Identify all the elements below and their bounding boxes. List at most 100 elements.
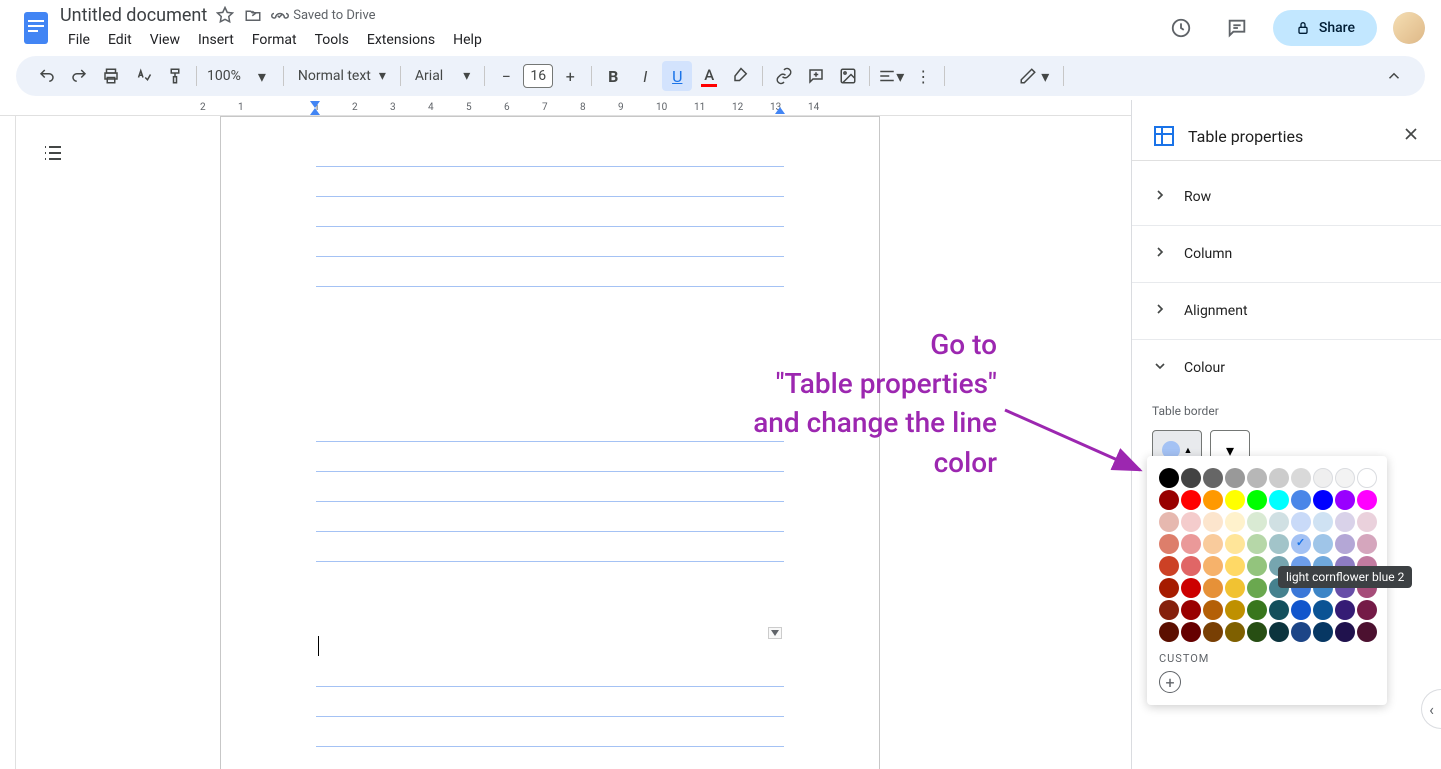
- menu-edit[interactable]: Edit: [100, 28, 140, 52]
- color-swatch[interactable]: [1203, 556, 1223, 576]
- spellcheck-button[interactable]: [128, 61, 158, 91]
- bold-button[interactable]: B: [598, 61, 628, 91]
- editing-mode-button[interactable]: ▾: [1011, 61, 1057, 91]
- table-row[interactable]: [316, 502, 784, 532]
- text-color-button[interactable]: A: [694, 61, 724, 91]
- color-swatch[interactable]: [1225, 534, 1245, 554]
- color-swatch[interactable]: [1159, 622, 1179, 642]
- color-swatch[interactable]: [1313, 468, 1333, 488]
- color-swatch[interactable]: [1291, 512, 1311, 532]
- add-custom-color-button[interactable]: +: [1159, 671, 1181, 693]
- color-swatch[interactable]: [1357, 512, 1377, 532]
- zoom-dropdown[interactable]: 100%: [203, 68, 245, 84]
- color-swatch[interactable]: [1313, 534, 1333, 554]
- align-button[interactable]: ▾: [876, 61, 906, 91]
- table-row[interactable]: [316, 257, 784, 287]
- color-swatch[interactable]: [1313, 600, 1333, 620]
- color-swatch[interactable]: [1291, 534, 1311, 554]
- indent-marker-right[interactable]: [775, 107, 787, 115]
- color-swatch[interactable]: [1159, 490, 1179, 510]
- outline-button[interactable]: [35, 135, 71, 171]
- section-column[interactable]: Column: [1132, 226, 1441, 283]
- table-row[interactable]: [316, 167, 784, 197]
- color-swatch[interactable]: [1203, 622, 1223, 642]
- font-dropdown[interactable]: Arial▾: [407, 68, 478, 84]
- color-swatch[interactable]: [1335, 468, 1355, 488]
- vertical-ruler[interactable]: [0, 116, 16, 769]
- color-swatch[interactable]: [1247, 600, 1267, 620]
- color-swatch[interactable]: [1269, 512, 1289, 532]
- row-handle-icon[interactable]: [768, 627, 782, 639]
- color-swatch[interactable]: [1225, 490, 1245, 510]
- color-swatch[interactable]: [1159, 556, 1179, 576]
- image-button[interactable]: [833, 61, 863, 91]
- section-row[interactable]: Row: [1132, 169, 1441, 226]
- table-row[interactable]: [316, 687, 784, 717]
- table-row[interactable]: [316, 532, 784, 562]
- color-swatch[interactable]: [1159, 512, 1179, 532]
- color-swatch[interactable]: [1291, 468, 1311, 488]
- color-swatch[interactable]: [1247, 534, 1267, 554]
- color-swatch[interactable]: [1159, 578, 1179, 598]
- color-swatch[interactable]: [1203, 490, 1223, 510]
- color-swatch[interactable]: [1335, 512, 1355, 532]
- color-swatch[interactable]: [1335, 534, 1355, 554]
- highlight-button[interactable]: [726, 61, 756, 91]
- color-swatch[interactable]: [1269, 534, 1289, 554]
- horizontal-ruler[interactable]: 2 1 1 2 3 4 5 6 7 8 9 10 11 12 13 14: [0, 100, 1131, 116]
- color-swatch[interactable]: [1269, 600, 1289, 620]
- color-swatch[interactable]: [1313, 622, 1333, 642]
- color-swatch[interactable]: [1357, 600, 1377, 620]
- color-swatch[interactable]: [1181, 534, 1201, 554]
- font-size-input[interactable]: [523, 64, 553, 88]
- undo-button[interactable]: [32, 61, 62, 91]
- docs-logo-icon[interactable]: [16, 8, 56, 48]
- menu-file[interactable]: File: [60, 28, 98, 52]
- color-swatch[interactable]: [1203, 468, 1223, 488]
- color-swatch[interactable]: [1269, 468, 1289, 488]
- color-swatch[interactable]: [1335, 490, 1355, 510]
- color-swatch[interactable]: [1203, 600, 1223, 620]
- close-icon[interactable]: [1401, 124, 1421, 148]
- saved-status[interactable]: Saved to Drive: [271, 6, 375, 24]
- color-swatch[interactable]: [1247, 468, 1267, 488]
- color-swatch[interactable]: [1357, 534, 1377, 554]
- color-swatch[interactable]: [1181, 622, 1201, 642]
- underline-button[interactable]: U: [662, 61, 692, 91]
- collapse-toolbar-button[interactable]: [1379, 61, 1409, 91]
- star-icon[interactable]: [215, 5, 235, 25]
- color-swatch[interactable]: [1247, 578, 1267, 598]
- indent-marker-left[interactable]: [310, 101, 322, 115]
- color-swatch[interactable]: [1181, 556, 1201, 576]
- color-swatch[interactable]: [1203, 534, 1223, 554]
- menu-help[interactable]: Help: [445, 28, 490, 52]
- color-swatch[interactable]: [1357, 490, 1377, 510]
- color-swatch[interactable]: [1225, 622, 1245, 642]
- color-swatch[interactable]: [1247, 490, 1267, 510]
- font-size-decrease-button[interactable]: −: [491, 61, 521, 91]
- menu-insert[interactable]: Insert: [190, 28, 242, 52]
- color-swatch[interactable]: [1159, 534, 1179, 554]
- avatar[interactable]: [1393, 12, 1425, 44]
- zoom-chevron-icon[interactable]: ▾: [247, 61, 277, 91]
- color-swatch[interactable]: [1335, 622, 1355, 642]
- color-swatch[interactable]: [1225, 578, 1245, 598]
- link-button[interactable]: [769, 61, 799, 91]
- table-row[interactable]: [316, 227, 784, 257]
- section-colour[interactable]: Colour: [1132, 340, 1441, 396]
- color-swatch[interactable]: [1357, 468, 1377, 488]
- font-size-increase-button[interactable]: +: [555, 61, 585, 91]
- color-swatch[interactable]: [1181, 512, 1201, 532]
- italic-button[interactable]: I: [630, 61, 660, 91]
- table-row[interactable]: [316, 137, 784, 167]
- color-swatch[interactable]: [1225, 512, 1245, 532]
- color-swatch[interactable]: [1357, 622, 1377, 642]
- paint-format-button[interactable]: [160, 61, 190, 91]
- redo-button[interactable]: [64, 61, 94, 91]
- color-swatch[interactable]: [1247, 556, 1267, 576]
- color-swatch[interactable]: [1291, 490, 1311, 510]
- color-swatch[interactable]: [1291, 600, 1311, 620]
- color-swatch[interactable]: [1335, 600, 1355, 620]
- share-button[interactable]: Share: [1273, 10, 1377, 46]
- color-swatch[interactable]: [1291, 622, 1311, 642]
